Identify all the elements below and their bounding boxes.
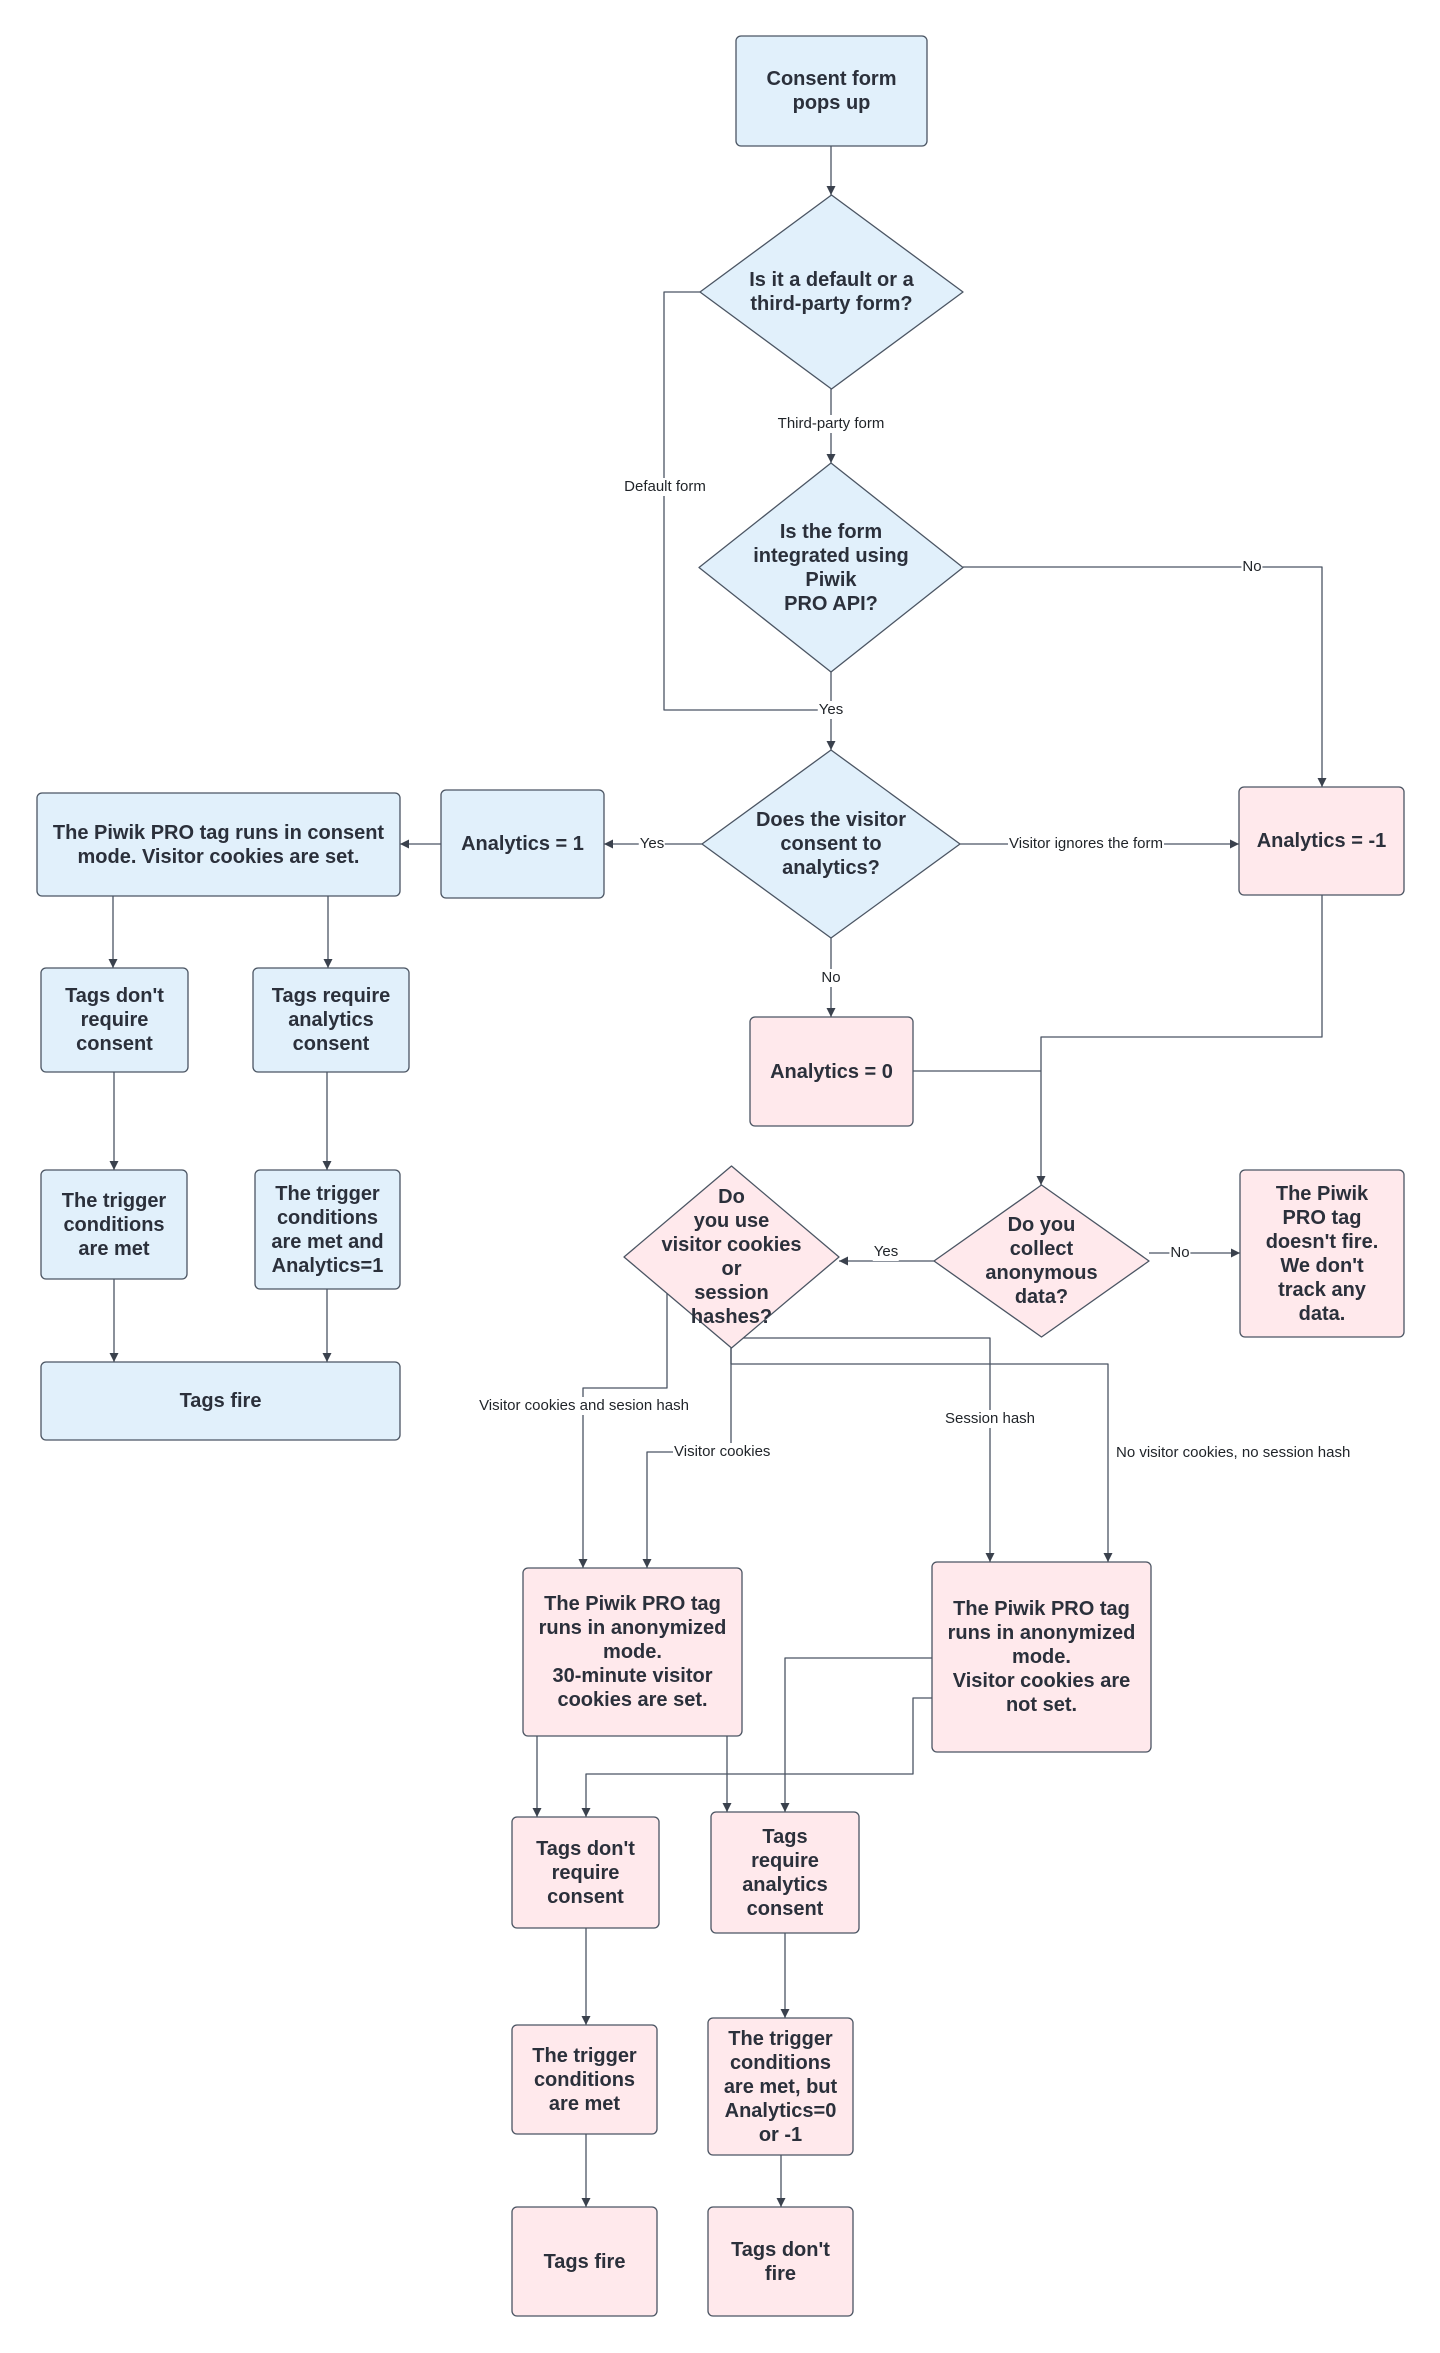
- edge-anon-none-to-require: [780, 1657, 932, 1812]
- node-label-collect-anonymous: Do you collect anonymous data?: [985, 1214, 1098, 1308]
- edge-label-session-hash: Session hash: [943, 1410, 1037, 1428]
- edge-label-collect-yes: Yes: [872, 1243, 900, 1261]
- edge-label-api-yes: Yes: [817, 701, 845, 719]
- edge-label-collect-no: No: [1169, 1244, 1191, 1262]
- edge-label-cookies-and-hash: Visitor cookies and sesion hash: [478, 1397, 690, 1415]
- edge-label-visitor-cookies: Visitor cookies: [673, 1443, 772, 1461]
- node-label-analytics-minus1: Analytics = -1: [1256, 830, 1387, 852]
- edge-label-consent-no: No: [820, 969, 842, 987]
- node-label-a-tags-dont-fire: Tags don't fire: [731, 2238, 830, 2285]
- edge-label-consent-yes: Yes: [638, 835, 666, 853]
- node-label-a-tags-fire: Tags fire: [543, 2250, 626, 2273]
- node-label-c-tags-no-consent: Tags don't require consent: [65, 985, 164, 1055]
- node-label-consent-mode: The Piwik PRO tag runs in consent mode. …: [52, 821, 385, 868]
- node-label-c-trigger-met-analytics: The trigger conditions are met and Analy…: [271, 1182, 384, 1277]
- node-label-a-trigger-met-but: The trigger conditions are met, but Anal…: [723, 2027, 838, 2146]
- node-label-c-tags-require: Tags require analytics consent: [271, 985, 391, 1055]
- node-label-analytics-1: Analytics = 1: [461, 833, 584, 855]
- node-label-form-type: Is it a default or a third-party form?: [749, 269, 914, 315]
- node-label-no-fire: The Piwik PRO tag doesn't fire. We don't…: [1265, 1182, 1379, 1325]
- node-label-analytics-0: Analytics = 0: [770, 1060, 893, 1083]
- edge-analytics-minus1-to-collect: [1036, 895, 1323, 1185]
- node-label-c-trigger-met: The trigger conditions are met: [61, 1189, 167, 1260]
- node-label-a-trigger-met: The trigger conditions are met: [532, 2044, 637, 2115]
- node-label-a-tags-require: Tags require analytics consent: [742, 1825, 828, 1920]
- edge-label-no-cookies-no-hash: No visitor cookies, no session hash: [1115, 1444, 1352, 1462]
- node-label-anon-no-cookies: The Piwik PRO tag runs in anonymized mod…: [947, 1598, 1136, 1716]
- node-label-anon-30min: The Piwik PRO tag runs in anonymized mod…: [538, 1593, 727, 1711]
- node-label-cookies-or-hashes: Do you use visitor cookies or session ha…: [661, 1186, 802, 1328]
- node-label-visitor-consent: Does the visitor consent to analytics?: [755, 809, 907, 879]
- node-label-consent-form: Consent form pops up: [766, 68, 897, 114]
- edge-label-third-party: Third-party form: [776, 415, 886, 433]
- edge-label-api-no: No: [1241, 558, 1263, 576]
- edge-api-no: [963, 566, 1327, 787]
- node-label-a-tags-no-consent: Tags don't require consent: [536, 1837, 635, 1908]
- edge-label-consent-ignores: Visitor ignores the form: [1008, 835, 1164, 853]
- edge-label-default-form: Default form: [623, 478, 707, 496]
- edge-no-cookies-no-hash: [730, 1348, 1113, 1562]
- node-label-api-integrated: Is the form integrated using Piwik PRO A…: [753, 520, 909, 615]
- node-label-c-tags-fire: Tags fire: [179, 1390, 262, 1412]
